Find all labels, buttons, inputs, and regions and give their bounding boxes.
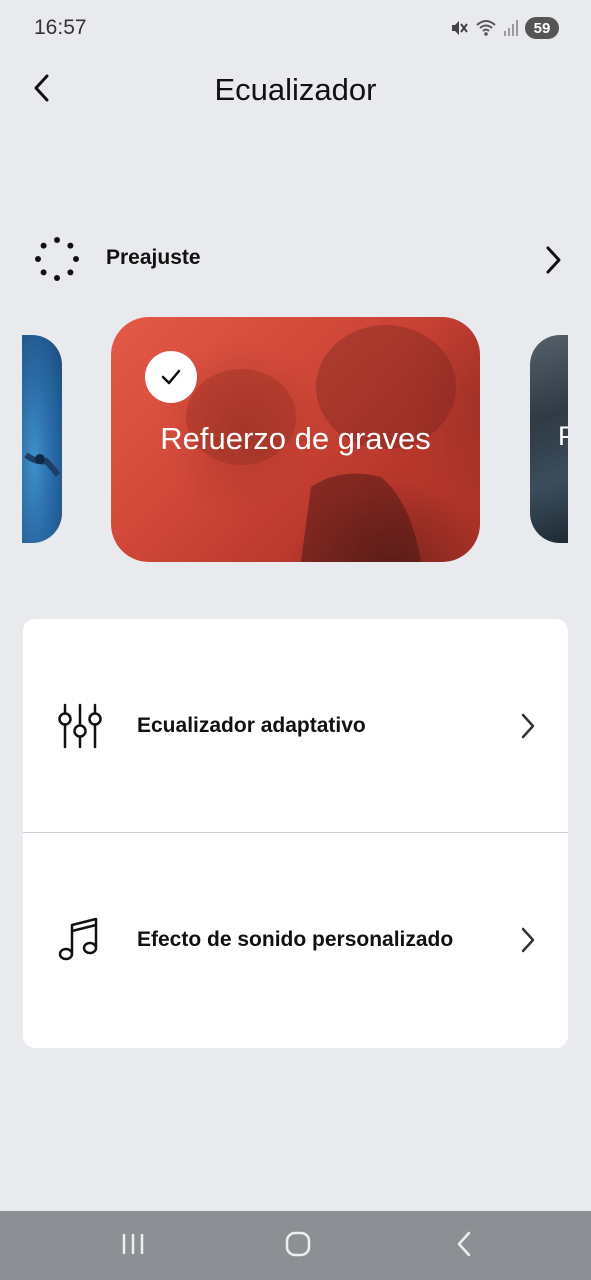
preset-row[interactable]: Preajuste — [22, 228, 568, 290]
option-custom-sound-effect[interactable]: Efecto de sonido personalizado — [23, 833, 568, 1047]
preset-label: Preajuste — [106, 246, 201, 269]
equalizer-sliders-icon — [55, 701, 105, 751]
home-button[interactable] — [278, 1228, 318, 1264]
recents-icon — [120, 1232, 146, 1261]
card-title: Refuerzo de graves — [160, 421, 431, 456]
recents-button[interactable] — [113, 1228, 153, 1264]
signal-icon — [503, 19, 519, 37]
battery-icon: 59 — [525, 17, 559, 39]
page-title: Ecualizador — [214, 72, 377, 107]
header: Ecualizador — [0, 60, 591, 120]
home-icon — [285, 1231, 311, 1262]
underwater-image — [24, 452, 61, 477]
status-icons: 59 — [449, 16, 559, 40]
chevron-right-icon — [516, 923, 540, 957]
option-label: Efecto de sonido personalizado — [137, 928, 454, 951]
preset-card-selected[interactable]: Refuerzo de graves — [111, 317, 480, 562]
music-note-icon — [55, 915, 105, 965]
status-bar: 16:57 59 — [0, 0, 591, 56]
preset-card-previous[interactable] — [22, 335, 62, 543]
chevron-right-icon — [538, 242, 568, 278]
option-label: Ecualizador adaptativo — [137, 714, 366, 737]
status-time: 16:57 — [34, 16, 87, 39]
back-icon — [454, 1230, 474, 1263]
dots-circle-icon — [34, 236, 80, 282]
option-adaptive-equalizer[interactable]: Ecualizador adaptativo — [23, 619, 568, 833]
selected-check-icon — [145, 351, 197, 403]
navigation-bar — [0, 1211, 591, 1280]
chevron-right-icon — [516, 709, 540, 743]
preset-card-next[interactable]: P — [530, 335, 568, 543]
options-panel: Ecualizador adaptativo Efecto de sonido … — [23, 619, 568, 1048]
mute-icon — [449, 18, 469, 38]
card-peek-text: P — [558, 421, 568, 451]
wifi-icon — [475, 18, 497, 38]
system-back-button[interactable] — [444, 1228, 484, 1264]
